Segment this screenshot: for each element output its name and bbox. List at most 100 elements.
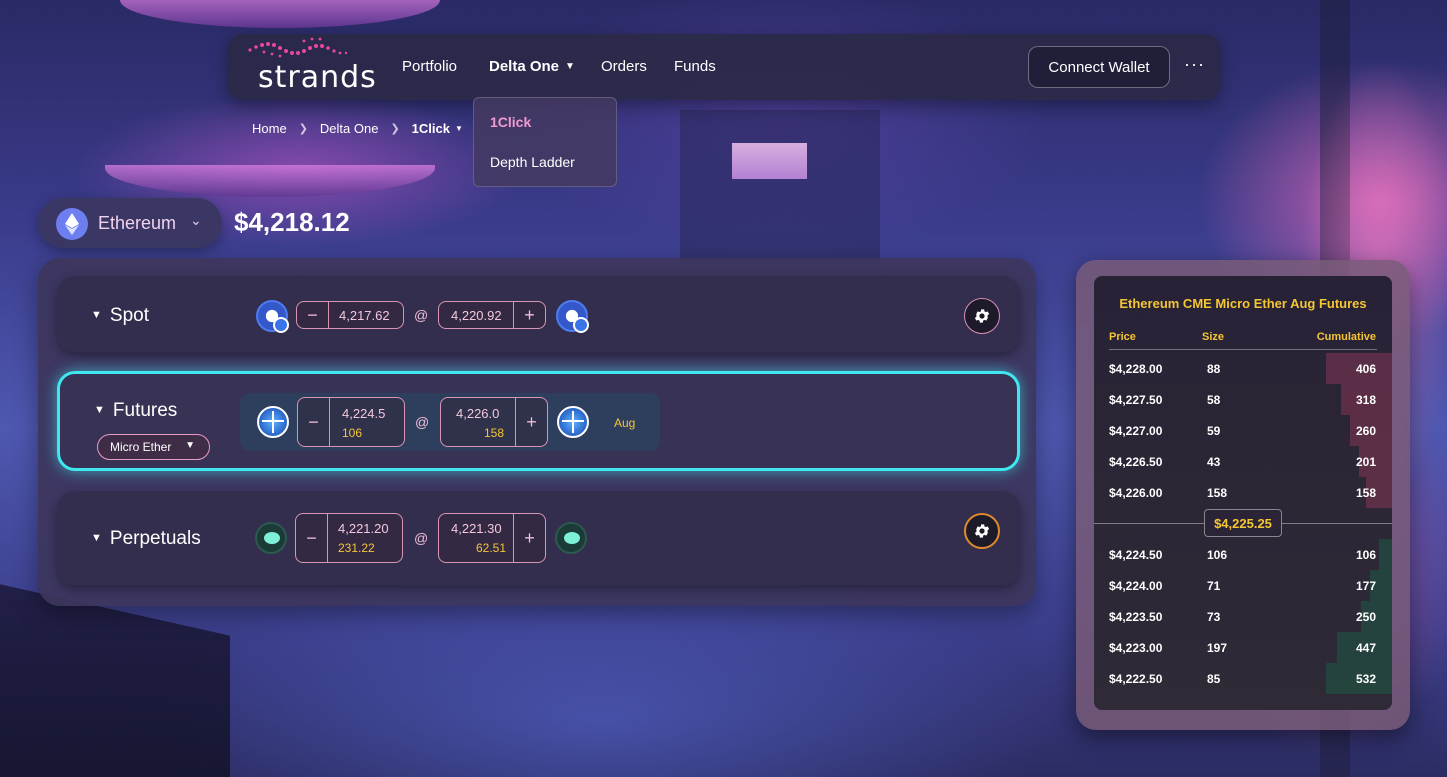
futures-contract-select[interactable]: Micro Ether ▼: [97, 434, 210, 460]
spot-row-toggle[interactable]: ▼ Spot: [91, 305, 149, 327]
bid-row[interactable]: $4,224.50 106 106: [1094, 539, 1392, 570]
perpetuals-row: ▼ Perpetuals − 4,221.20 231.22 @ 4,221.30…: [57, 491, 1020, 585]
menu-item-depth-ladder[interactable]: Depth Ladder: [490, 154, 575, 170]
spot-bid-decrement-button[interactable]: −: [297, 302, 329, 328]
ask-cum: 406: [1355, 362, 1376, 376]
bid-price: $4,224.50: [1109, 548, 1163, 562]
bid-price: $4,224.00: [1109, 579, 1163, 593]
bid-row[interactable]: $4,223.00 197 447: [1094, 632, 1392, 663]
perp-ask-stepper: 4,221.30 62.51 +: [438, 513, 546, 563]
bid-row[interactable]: $4,224.00 71 177: [1094, 570, 1392, 601]
ask-size: 43: [1207, 455, 1221, 469]
bid-cum: 177: [1355, 579, 1376, 593]
perp-ask-increment-button[interactable]: +: [513, 514, 545, 562]
more-options-icon[interactable]: ···: [1184, 54, 1205, 75]
ask-row[interactable]: $4,227.50 58 318: [1094, 384, 1392, 415]
order-book: Ethereum CME Micro Ether Aug Futures Pri…: [1094, 276, 1392, 710]
background-lit-window: [732, 143, 807, 179]
ask-row[interactable]: $4,228.00 88 406: [1094, 353, 1392, 384]
perpetuals-row-toggle[interactable]: ▼ Perpetuals: [91, 528, 201, 550]
spot-bid-stepper: − 4,217.62: [296, 301, 404, 329]
ethereum-icon: [56, 208, 88, 240]
perp-ask-value[interactable]: 4,221.30: [451, 521, 502, 536]
connect-wallet-button[interactable]: Connect Wallet: [1028, 46, 1170, 88]
nav-portfolio[interactable]: Portfolio: [402, 58, 457, 75]
futures-contract-label: Micro Ether: [110, 440, 172, 454]
futures-expiry: Aug: [614, 416, 636, 430]
ask-price: $4,226.50: [1109, 455, 1163, 469]
bid-size: 85: [1207, 672, 1221, 686]
futures-ask-increment-button[interactable]: +: [515, 398, 547, 446]
bid-cum: 447: [1355, 641, 1376, 655]
background-pagoda-roof: [120, 0, 440, 28]
spot-bid-value[interactable]: 4,217.62: [339, 308, 390, 323]
breadcrumb-1click[interactable]: 1Click: [412, 121, 450, 136]
delta-one-dropdown-menu: 1Click Depth Ladder: [473, 97, 617, 187]
spot-ask-value[interactable]: 4,220.92: [451, 308, 502, 323]
nav-delta-one[interactable]: Delta One ▼: [489, 58, 575, 75]
at-sign: @: [414, 307, 429, 323]
logo-wordmark: strands: [258, 60, 377, 95]
spot-settings-button[interactable]: [964, 298, 1000, 334]
ask-size: 59: [1207, 424, 1221, 438]
order-book-title: Ethereum CME Micro Ether Aug Futures: [1119, 296, 1367, 311]
chevron-down-icon: ⌄: [190, 212, 202, 228]
bid-price: $4,222.50: [1109, 672, 1163, 686]
menu-item-1click[interactable]: 1Click: [490, 114, 531, 130]
bid-row[interactable]: $4,222.50 85 532: [1094, 663, 1392, 694]
header-cumulative: Cumulative: [1316, 331, 1376, 343]
ask-row[interactable]: $4,227.00 59 260: [1094, 415, 1392, 446]
ask-size: 58: [1207, 393, 1221, 407]
perp-settings-button[interactable]: [964, 513, 1000, 549]
spot-venue-icon: [556, 300, 589, 333]
strands-logo[interactable]: strands: [248, 37, 376, 95]
nav-orders[interactable]: Orders: [601, 58, 647, 75]
futures-ask-size: 158: [484, 426, 505, 440]
perp-bid-value[interactable]: 4,221.20: [338, 521, 389, 536]
futures-title: Futures: [112, 400, 178, 421]
bid-row[interactable]: $4,223.50 73 250: [1094, 601, 1392, 632]
nav-funds[interactable]: Funds: [674, 58, 716, 75]
perp-ask-size: 62.51: [476, 541, 507, 555]
futures-ask-value[interactable]: 4,226.0: [456, 406, 499, 421]
bid-size: 106: [1207, 548, 1228, 562]
mid-price-badge: $4,225.25: [1204, 509, 1282, 537]
background-pagoda-roof: [105, 165, 435, 197]
spot-row: ▼ Spot − 4,217.62 @ 4,220.92 +: [57, 276, 1020, 352]
at-sign: @: [415, 414, 430, 430]
breadcrumb-delta-one[interactable]: Delta One: [320, 121, 379, 136]
bid-cum: 106: [1355, 548, 1376, 562]
futures-bid-value[interactable]: 4,224.5: [342, 406, 385, 421]
ask-size: 158: [1207, 486, 1228, 500]
perp-bid-size: 231.22: [338, 541, 375, 555]
nav-delta-one-label: Delta One: [489, 58, 560, 75]
futures-bid-decrement-button[interactable]: −: [298, 398, 330, 446]
ask-price: $4,227.00: [1109, 424, 1163, 438]
chevron-down-icon: ▼: [454, 124, 463, 133]
ask-price: $4,226.00: [1109, 486, 1163, 500]
perp-bid-decrement-button[interactable]: −: [296, 514, 328, 562]
spot-ask-increment-button[interactable]: +: [513, 302, 545, 328]
ask-price: $4,227.50: [1109, 393, 1163, 407]
breadcrumb-home[interactable]: Home: [252, 121, 287, 136]
header-size: Size: [1202, 331, 1225, 343]
caret-down-icon: ▼: [94, 404, 105, 416]
bid-cum: 250: [1355, 610, 1376, 624]
bid-size: 73: [1207, 610, 1221, 624]
perpetuals-title: Perpetuals: [109, 528, 201, 549]
ask-size: 88: [1207, 362, 1221, 376]
ask-row[interactable]: $4,226.50 43 201: [1094, 446, 1392, 477]
order-book-panel: Ethereum CME Micro Ether Aug Futures Pri…: [1076, 260, 1410, 730]
futures-bid-size: 106: [342, 426, 363, 440]
bid-depth-bar: [1379, 539, 1392, 570]
spot-ask-stepper: 4,220.92 +: [438, 301, 546, 329]
ask-row[interactable]: $4,226.00 158 158: [1094, 477, 1392, 508]
cme-globe-icon: [257, 406, 289, 438]
header-divider: [1109, 349, 1377, 350]
futures-row: ▼ Futures Micro Ether ▼ − 4,224.5 106 @ 4…: [57, 371, 1020, 471]
asset-price: $4,218.12: [234, 207, 350, 237]
futures-row-toggle[interactable]: ▼ Futures: [94, 400, 177, 422]
asset-selector[interactable]: Ethereum ⌄: [38, 198, 222, 248]
chevron-right-icon: ❯: [390, 123, 400, 135]
futures-bid-stepper: − 4,224.5 106: [297, 397, 405, 447]
